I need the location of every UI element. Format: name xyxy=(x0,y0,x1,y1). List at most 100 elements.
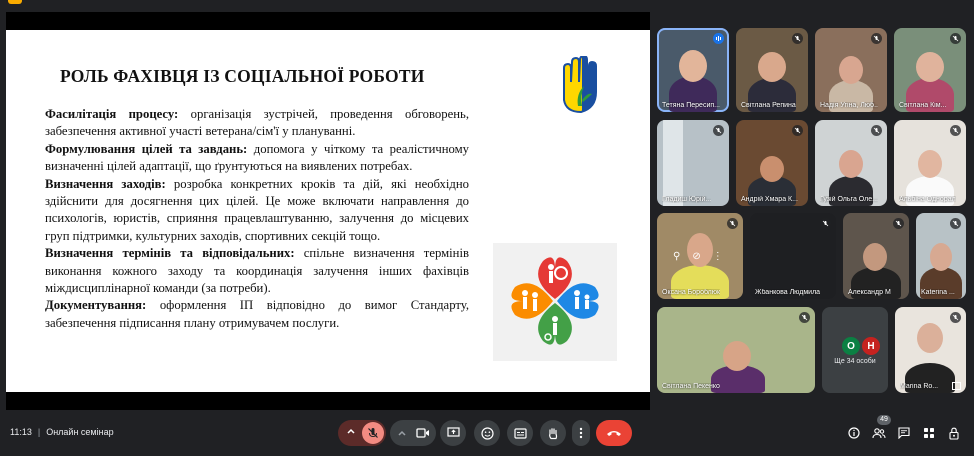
participant-name: Гладиш Юрій... xyxy=(662,196,712,203)
participant-tile[interactable]: Надія Угіна, Люб... xyxy=(815,28,887,112)
participant-name: Андрій Хмара К... xyxy=(741,196,798,203)
control-bar: 11:13 | Онлайн семінар 49 xyxy=(0,414,974,456)
paragraph-head: Визначення термінів та відповідальних: xyxy=(45,246,295,261)
mic-off-icon xyxy=(871,125,882,136)
mic-control-group xyxy=(338,420,386,446)
tile-actions: ⚲ ⊘ ⋮ xyxy=(673,251,723,262)
people-icon[interactable] xyxy=(872,426,886,440)
mic-off-icon xyxy=(713,125,724,136)
more-options-button[interactable] xyxy=(572,420,590,446)
slide-paragraph: Визначення термінів та відповідальних: с… xyxy=(45,245,469,297)
activities-icon[interactable] xyxy=(922,426,936,440)
participant-face xyxy=(723,341,751,371)
participant-name: Жбанкова Людмила xyxy=(755,289,821,296)
participant-tile[interactable]: Александр М xyxy=(843,213,909,299)
chevron-up-icon[interactable] xyxy=(397,428,407,438)
host-controls-icon[interactable] xyxy=(947,426,961,440)
present-button[interactable] xyxy=(440,420,466,446)
pip-icon[interactable] xyxy=(952,382,961,390)
mic-off-icon xyxy=(792,33,803,44)
speaking-indicator-icon xyxy=(713,33,724,44)
curtain-shape xyxy=(663,120,683,206)
participant-tile[interactable]: Katerina ... xyxy=(916,213,966,299)
slide-paragraph: Формулювання цілей та завдань: допомога … xyxy=(45,141,469,176)
participant-face xyxy=(930,243,952,271)
mic-off-icon xyxy=(950,33,961,44)
slide-title: РОЛЬ ФАХІВЦЯ ІЗ СОЦІАЛЬНОЇ РОБОТИ xyxy=(60,66,425,86)
mic-off-icon xyxy=(950,218,961,229)
paragraph-head: Фасилітація процесу: xyxy=(45,107,179,121)
people-count-badge: 49 xyxy=(877,415,891,425)
avatar-stack: О Н xyxy=(842,337,882,355)
participant-face xyxy=(760,156,784,182)
captions-button[interactable] xyxy=(507,420,533,446)
presentation-stage[interactable]: РОЛЬ ФАХІВЦЯ ІЗ СОЦІАЛЬНОЇ РОБОТИ Фасилі… xyxy=(6,12,650,410)
participant-tile[interactable]: Світлана Пекенко xyxy=(657,307,815,393)
participant-name: Александр М xyxy=(848,289,891,296)
mic-off-icon xyxy=(799,312,810,323)
participant-name: Світлана Репина xyxy=(741,102,796,109)
emoji-icon xyxy=(480,426,494,440)
participant-tile[interactable]: ⚲ ⊘ ⋮ Оксана Бороблюк xyxy=(657,213,743,299)
mic-off-icon xyxy=(950,125,961,136)
pin-icon[interactable]: ⚲ xyxy=(673,251,680,262)
more-options-icon[interactable]: ⋮ xyxy=(713,251,723,262)
phone-hangup-icon xyxy=(607,431,621,436)
chat-icon[interactable] xyxy=(897,426,911,440)
participant-tile[interactable]: Тетяна Пересип... xyxy=(657,28,729,112)
leave-call-button[interactable] xyxy=(596,420,632,446)
mic-off-icon xyxy=(820,218,831,229)
participant-tile[interactable]: Жбанкова Людмила xyxy=(750,213,836,299)
camera-icon[interactable] xyxy=(416,427,430,439)
paragraph-head: Формулювання цілей та завдань: xyxy=(45,141,248,156)
participant-face xyxy=(839,150,863,178)
participant-name: Katerina ... xyxy=(921,289,955,296)
separator: | xyxy=(37,427,41,437)
slide-paragraph: Документування: оформлення ІП відповідно… xyxy=(45,297,469,332)
participant-face xyxy=(918,150,942,178)
participant-face xyxy=(758,52,786,82)
slide-body: Фасилітація процесу: організація зустріч… xyxy=(45,106,469,332)
mic-off-icon xyxy=(950,312,961,323)
mic-off-button[interactable] xyxy=(362,422,384,444)
family-clover-icon xyxy=(493,243,617,361)
camera-control-group xyxy=(390,420,436,446)
mic-off-icon xyxy=(727,218,738,229)
participant-name: Тетяна Пересип... xyxy=(662,102,720,109)
avatar: О xyxy=(842,337,860,355)
hand-logo-icon xyxy=(563,56,597,114)
participant-name: Альбіна Однорал xyxy=(899,196,956,203)
recording-indicator xyxy=(8,0,22,4)
participant-tile[interactable]: Marina Ro... xyxy=(895,307,966,393)
mic-off-icon xyxy=(893,218,904,229)
paragraph-head: Документування: xyxy=(45,298,147,313)
captions-icon xyxy=(513,427,527,439)
meeting-details-icon[interactable] xyxy=(847,426,861,440)
mute-icon[interactable]: ⊘ xyxy=(692,251,700,262)
slide: РОЛЬ ФАХІВЦЯ ІЗ СОЦІАЛЬНОЇ РОБОТИ Фасилі… xyxy=(6,30,650,392)
mic-off-icon xyxy=(792,125,803,136)
participant-tile[interactable]: Альбіна Однорал xyxy=(894,120,966,206)
participant-name: Оксана Бороблюк xyxy=(662,289,721,296)
mic-off-icon xyxy=(871,33,882,44)
participant-tile[interactable]: Андрій Хмара К... xyxy=(736,120,808,206)
participant-tile[interactable]: Світлана Кім... xyxy=(894,28,966,112)
chevron-up-icon[interactable] xyxy=(346,426,356,436)
participant-name: Marina Ro... xyxy=(900,383,939,390)
participant-tile[interactable]: Гладиш Юрій... xyxy=(657,120,729,206)
participant-tile[interactable]: Гузій Ольга Оле... xyxy=(815,120,887,206)
present-screen-icon xyxy=(446,427,460,437)
meeting-time: 11:13 xyxy=(10,427,32,437)
raise-hand-button[interactable] xyxy=(540,420,566,446)
meeting-title: Онлайн семінар xyxy=(46,427,114,437)
participant-name: Надія Угіна, Люб... xyxy=(820,102,878,109)
participant-name: Світлана Кім... xyxy=(899,102,947,109)
more-participants-tile[interactable]: О Н Ще 34 особи xyxy=(822,307,888,393)
participant-tile[interactable]: Світлана Репина xyxy=(736,28,808,112)
participant-name: Світлана Пекенко xyxy=(662,383,720,390)
reactions-button[interactable] xyxy=(474,420,500,446)
participant-name: Гузій Ольга Оле... xyxy=(820,196,878,203)
participant-face xyxy=(679,50,707,82)
participant-face xyxy=(839,56,863,84)
more-vert-icon xyxy=(579,427,583,439)
